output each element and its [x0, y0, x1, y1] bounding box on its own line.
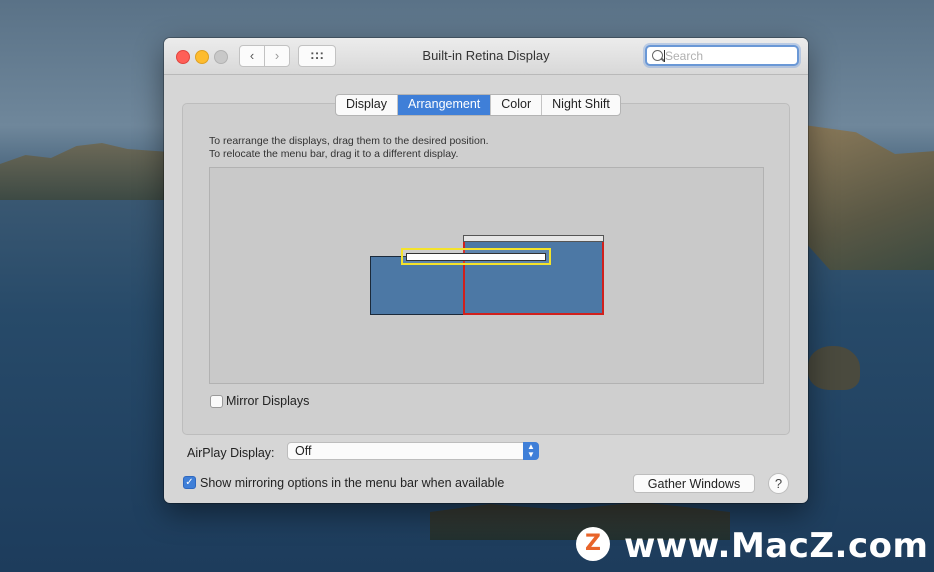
- search-icon: [652, 50, 663, 61]
- mirror-displays-checkbox[interactable]: [210, 395, 223, 408]
- help-button[interactable]: ?: [768, 473, 789, 494]
- search-placeholder: Search: [665, 49, 704, 63]
- airplay-display-label: AirPlay Display:: [187, 446, 275, 460]
- menu-bar-strip: [406, 253, 546, 261]
- main-display-menu-bar: [463, 235, 604, 242]
- tab-color[interactable]: Color: [491, 95, 543, 115]
- wallpaper-rock: [808, 346, 860, 390]
- search-field[interactable]: Search: [645, 45, 799, 66]
- tab-display[interactable]: Display: [336, 95, 398, 115]
- menu-bar-handle[interactable]: [401, 248, 551, 265]
- instruction-menu-bar: To relocate the menu bar, drag it to a d…: [209, 148, 459, 160]
- show-mirroring-checkbox[interactable]: ✓: [183, 476, 196, 489]
- airplay-display-select[interactable]: Off ▲ ▼: [287, 442, 539, 460]
- title-bar: ‹ › Built-in Retina Display Search: [164, 38, 808, 75]
- up-down-chevron-icon: ▲ ▼: [523, 442, 539, 460]
- macz-logo-icon: Z: [576, 527, 610, 561]
- show-mirroring-label: Show mirroring options in the menu bar w…: [200, 476, 505, 490]
- wallpaper-landmass-right: [804, 125, 934, 270]
- airplay-display-value: Off: [295, 444, 312, 458]
- main-display[interactable]: [463, 235, 604, 315]
- mirror-displays-label: Mirror Displays: [226, 394, 310, 408]
- preferences-window: ‹ › Built-in Retina Display Search Displ…: [164, 38, 808, 503]
- gather-windows-button[interactable]: Gather Windows: [633, 474, 755, 493]
- tab-arrangement[interactable]: Arrangement: [398, 95, 492, 115]
- watermark-text: www.MacZ.com: [624, 526, 929, 566]
- tab-night-shift[interactable]: Night Shift: [542, 95, 620, 115]
- display-arrangement-area: [209, 167, 764, 384]
- tab-bar: Display Arrangement Color Night Shift: [335, 94, 621, 116]
- wallpaper-landmass-left: [0, 143, 170, 200]
- instruction-rearrange: To rearrange the displays, drag them to …: [209, 135, 489, 147]
